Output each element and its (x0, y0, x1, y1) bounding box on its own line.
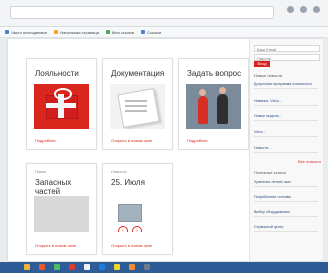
card-link[interactable]: Открыть в новом окне (111, 243, 152, 248)
bookmark-2[interactable]: Начальная страница (54, 30, 99, 35)
card-link[interactable]: Открыть в новом окне (111, 138, 152, 143)
taskbar-app-icon[interactable] (69, 264, 75, 270)
card-link[interactable]: Подробнее (35, 138, 56, 143)
browser-actions (287, 6, 320, 13)
person-head (199, 89, 206, 96)
sidebar-section-title: Полезные статьи (254, 170, 286, 175)
bookmark-4[interactable]: Ссылки (141, 30, 161, 35)
bookmark-label: Часто посещаемые (11, 29, 48, 35)
card-title: Документация (111, 69, 165, 78)
bookmark-icon (105, 30, 110, 34)
loyalty-card[interactable]: Лояльности Подробнее (26, 58, 97, 150)
sidebar-news-link[interactable]: Новые модели... (254, 114, 318, 122)
gift-ribbon (46, 103, 76, 108)
address-bar[interactable] (10, 6, 274, 19)
document-line (125, 105, 147, 107)
bookmark-label: Начальная страница (60, 29, 99, 35)
main-page: Лояльности Подробнее Документация Открыт… (8, 39, 323, 261)
bookmark-label: Мои ссылки (111, 29, 135, 35)
news-photo (118, 204, 142, 222)
taskbar-apps (24, 264, 150, 270)
person-head (219, 87, 226, 94)
document-line (125, 110, 147, 112)
browser-icon-2[interactable] (300, 6, 307, 13)
parts-image (34, 196, 89, 232)
next-arrow-icon[interactable]: › (132, 226, 142, 232)
gift-bow (54, 88, 72, 100)
bookmark-icon (54, 30, 59, 34)
taskbar-app-icon[interactable] (84, 264, 90, 270)
documentation-card[interactable]: Документация Открыть в новом окне (102, 58, 173, 150)
windows-taskbar (0, 262, 328, 273)
news-card[interactable]: Новости 25. Июля ‹ › Открыть в новом окн… (102, 163, 173, 255)
bookmark-icon (141, 30, 146, 34)
sidebar-news-link[interactable]: Новости... (254, 146, 318, 154)
card-subtitle: Новости (111, 169, 127, 174)
question-card[interactable]: Задать вопрос Подробнее (178, 58, 249, 150)
person-figure (198, 96, 208, 124)
question-image (186, 84, 241, 129)
sidebar-news-link[interactable]: Volvo... (254, 130, 318, 138)
person-figure (217, 94, 228, 124)
taskbar-app-icon[interactable] (129, 264, 135, 270)
taskbar-app-icon[interactable] (54, 264, 60, 270)
bookmark-icon (5, 30, 9, 34)
news-preview: ‹ › (110, 196, 165, 232)
email-input[interactable]: Ваш Email (254, 45, 320, 52)
bookmark-3[interactable]: Мои ссылки (105, 29, 135, 35)
sidebar-article-link[interactable]: Выбор оборудования (254, 210, 318, 218)
taskbar-app-icon[interactable] (99, 264, 105, 270)
card-title: Лояльности (35, 69, 79, 78)
taskbar-app-icon[interactable] (114, 264, 120, 270)
loyalty-image (34, 84, 89, 129)
document-line (125, 100, 147, 102)
right-sidebar: Ваш Email Пароль Вход Новые новости Доср… (249, 39, 323, 261)
card-title: 25. Июля (111, 178, 145, 187)
login-button[interactable]: Вход (254, 61, 270, 67)
card-link[interactable]: Подробнее (187, 138, 208, 143)
previous-arrow-icon[interactable]: ‹ (118, 226, 128, 232)
password-input[interactable]: Пароль (254, 54, 320, 61)
bookmark-label: Ссылки (147, 29, 162, 35)
sidebar-article-link[interactable]: Сервисный центр (254, 225, 318, 233)
bookmark-1[interactable]: Часто посещаемые (5, 30, 47, 35)
parts-card[interactable]: Поиск Запасных частей Открыть в новом ок… (26, 163, 97, 255)
sidebar-news-link[interactable]: Досрочная программа лояльности (254, 82, 318, 90)
sidebar-article-link[interactable]: Потребление топлива (254, 195, 318, 203)
card-title: Задать вопрос (187, 69, 242, 78)
taskbar-app-icon[interactable] (24, 264, 30, 270)
all-news-link[interactable]: Все новости (298, 159, 321, 164)
documentation-image (110, 84, 165, 129)
bookmarks-bar: Часто посещаемые Начальная страница Мои … (0, 27, 328, 38)
card-subtitle: Поиск (35, 169, 47, 174)
folder-icon (117, 88, 160, 128)
taskbar-app-icon[interactable] (39, 264, 45, 270)
sidebar-news-link[interactable]: Новинка. Volvo... (254, 99, 318, 107)
sidebar-section-title: Новые новости (254, 73, 283, 78)
sidebar-article-link[interactable]: Хранение летних шин (254, 180, 318, 188)
taskbar-app-icon[interactable] (144, 264, 150, 270)
browser-icon-1[interactable] (287, 6, 294, 13)
card-title: Запасных частей (35, 178, 72, 196)
browser-toolbar (0, 0, 328, 27)
card-link[interactable]: Открыть в новом окне (35, 243, 76, 248)
browser-icon-3[interactable] (313, 6, 320, 13)
